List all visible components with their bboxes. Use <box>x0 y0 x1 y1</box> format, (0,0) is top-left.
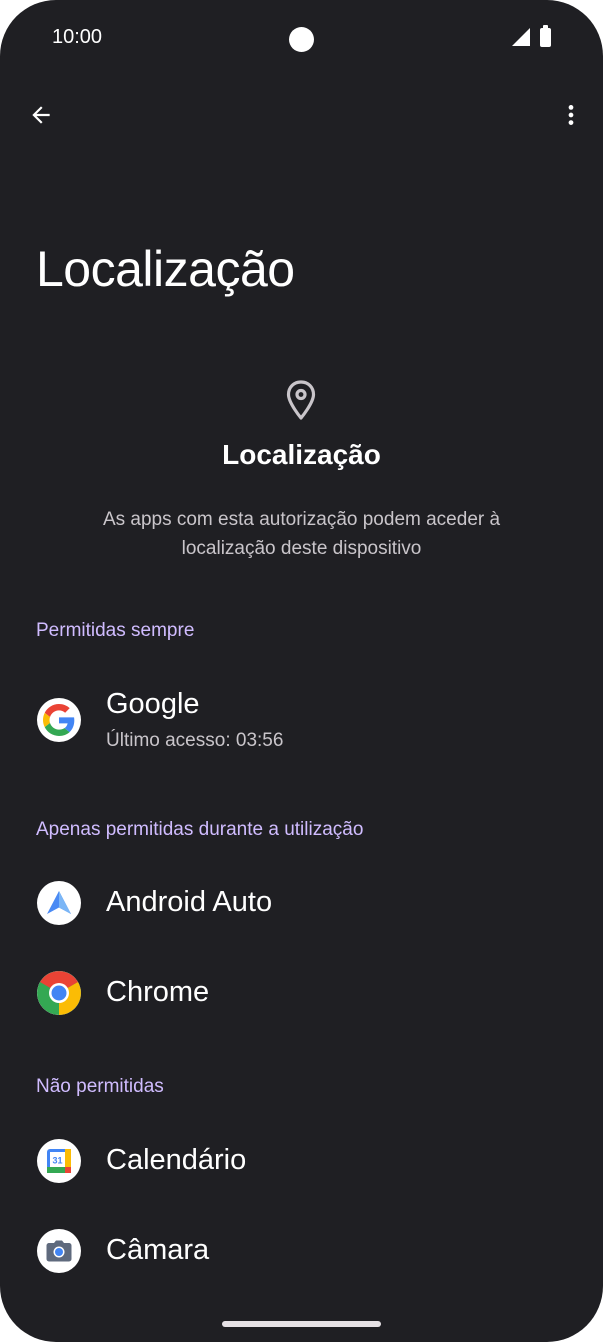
phone-screen: 10:00 Localização Localização As apps co… <box>0 0 603 1342</box>
battery-icon <box>540 25 551 47</box>
app-name: Câmara <box>106 1234 210 1266</box>
section-header-while-in-use: Apenas permitidas durante a utilização <box>36 819 364 840</box>
back-button[interactable] <box>18 92 64 138</box>
front-camera-cutout <box>289 27 314 52</box>
arrow-back-icon <box>32 106 50 124</box>
camera-app-icon <box>37 1229 81 1273</box>
cellular-signal-icon <box>512 28 530 46</box>
status-bar: 10:00 <box>0 0 603 76</box>
page-title: Localização <box>36 241 295 297</box>
location-pin-icon <box>286 380 316 420</box>
calendar-icon-day: 31 <box>52 1156 62 1166</box>
app-row-calendar[interactable]: 31 Calendário <box>0 1118 603 1206</box>
more-options-button[interactable] <box>548 92 594 138</box>
home-indicator[interactable] <box>222 1321 381 1327</box>
calendar-app-icon: 31 <box>37 1139 81 1183</box>
header-title: Localização <box>222 439 381 470</box>
section-header-not-allowed: Não permitidas <box>36 1076 164 1097</box>
app-row-chrome[interactable]: Chrome <box>0 950 603 1038</box>
app-name: Chrome <box>106 976 210 1008</box>
android-auto-app-icon <box>37 881 81 925</box>
section-header-always: Permitidas sempre <box>36 620 195 641</box>
more-vert-icon <box>568 105 574 125</box>
app-row-android-auto[interactable]: Android Auto <box>0 860 603 948</box>
chrome-app-icon <box>37 971 81 1015</box>
app-name: Google <box>106 688 200 720</box>
app-name: Android Auto <box>106 886 273 918</box>
app-row-camera[interactable]: Câmara <box>0 1208 603 1296</box>
header-description: As apps com esta autorização podem acede… <box>102 509 501 559</box>
google-app-icon <box>37 698 81 742</box>
status-time: 10:00 <box>52 26 103 48</box>
app-last-access: Último acesso: 03:56 <box>106 730 284 751</box>
app-row-google[interactable]: Google Último acesso: 03:56 <box>0 680 603 790</box>
app-name: Calendário <box>106 1144 247 1176</box>
